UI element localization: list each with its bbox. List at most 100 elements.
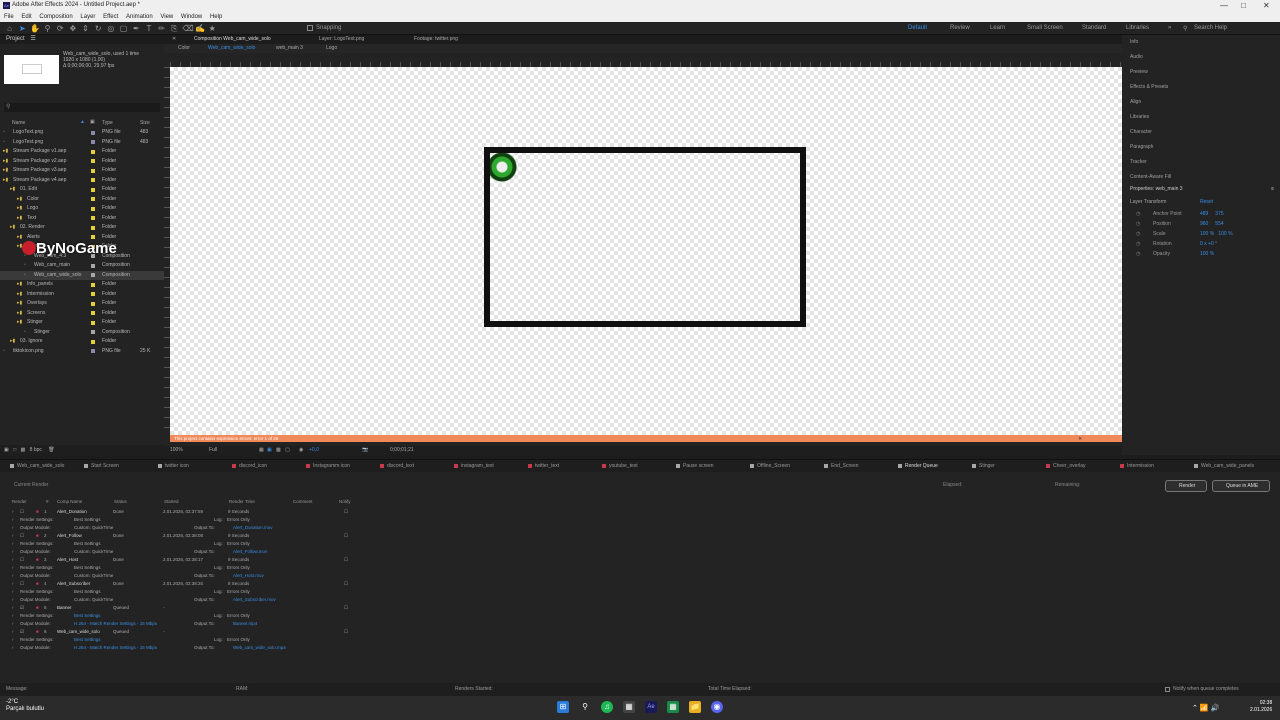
project-item[interactable]: ▸▮ 03. Ignore Folder (0, 337, 164, 347)
label-color-swatch[interactable] (91, 216, 95, 220)
project-item[interactable]: ▸▮ Stinger Folder (0, 318, 164, 328)
label-color-swatch[interactable] (91, 225, 95, 230)
tab-footage[interactable]: Footage: twitter.png (414, 35, 458, 44)
label-color-swatch[interactable] (91, 263, 95, 268)
exposure-value[interactable]: +0,0 (309, 446, 319, 455)
prop-value[interactable]: 100 % 100 % (1200, 229, 1233, 239)
task-view-icon[interactable]: ▦ (623, 701, 635, 713)
render-queue-item[interactable]: › ☐ ■ 4 Alert_Subscriber Done 2.01.2026, 02:38… (0, 580, 1280, 588)
output-module-row[interactable]: › Output Module: Custom: QuickTime Output T… (0, 572, 1280, 580)
output-module-row[interactable]: › Output Module: H.264 - Match Render Sett… (0, 620, 1280, 628)
col-name[interactable]: Name (12, 120, 25, 126)
home-icon[interactable]: ⌂ (5, 24, 14, 33)
more-workspaces-icon[interactable]: » (1168, 25, 1171, 31)
prop-value[interactable]: 489 375 (1200, 209, 1224, 219)
timeline-tab[interactable]: instagram_text (444, 460, 514, 472)
render-checkbox[interactable]: ☐ (20, 508, 24, 516)
stopwatch-icon[interactable]: ◷ (1136, 209, 1140, 219)
resolution-dropdown[interactable]: Full (209, 446, 217, 455)
queue-in-ame-button[interactable]: Queue in AME (1212, 480, 1270, 492)
dolly-tool-icon[interactable]: ⇕ (81, 24, 90, 33)
output-module-row[interactable]: › Output Module: Custom: QuickTime Output T… (0, 548, 1280, 556)
file-explorer-icon[interactable]: 📁 (689, 701, 701, 713)
render-settings-row[interactable]: › Render Settings: Best Settings Log: Errors… (0, 540, 1280, 548)
render-settings-row[interactable]: › Render Settings: Best Settings Log: Errors… (0, 588, 1280, 596)
project-item[interactable]: ▫ tiktokicon.png PNG file 25 K (0, 347, 164, 357)
col-size[interactable]: Size (140, 120, 150, 126)
menu-edit[interactable]: Edit (21, 12, 31, 22)
timeline-tab[interactable]: Cheer_overlay (1036, 460, 1106, 472)
timeline-tab[interactable]: Intermission (1110, 460, 1180, 472)
label-color-swatch[interactable] (91, 149, 95, 154)
project-item[interactable]: ▫ Web_cam_main Composition (0, 261, 164, 271)
label-color-swatch[interactable] (91, 301, 95, 306)
label-color-swatch[interactable] (91, 330, 95, 334)
menu-window[interactable]: Window (181, 12, 202, 22)
hand-tool-icon[interactable]: ✋ (30, 24, 40, 33)
panel-tracker[interactable]: Tracker (1122, 155, 1280, 170)
close-icon[interactable]: ✕ (1263, 1, 1270, 10)
snapping-checkbox[interactable] (307, 25, 313, 31)
label-color-swatch[interactable] (91, 282, 95, 287)
interpret-footage-icon[interactable]: ▣ (4, 447, 9, 453)
breadcrumb-color[interactable]: Color (178, 44, 190, 53)
project-item[interactable]: ▸▮ Stream Package v3.aep Folder (0, 166, 164, 176)
orbit-tool-icon[interactable]: ⟳ (56, 24, 65, 33)
menu-composition[interactable]: Composition (39, 12, 72, 22)
project-item[interactable]: ▸▮ Color Folder (0, 195, 164, 205)
render-settings-row[interactable]: › Render Settings: Best Settings Log: Errors… (0, 564, 1280, 572)
log-value[interactable]: Errors Only (227, 564, 250, 572)
output-to-value[interactable]: Banner.mp4 (233, 620, 257, 628)
project-tab[interactable]: Project ☰ (0, 35, 164, 44)
after-effects-taskbar-icon[interactable]: Ae (645, 701, 657, 713)
project-item[interactable]: ▫ LogoTest.png PNG file 483 (0, 138, 164, 148)
menu-animation[interactable]: Animation (126, 12, 153, 22)
menu-layer[interactable]: Layer (80, 12, 95, 22)
label-column-icon[interactable]: ▣ (90, 119, 95, 125)
timeline-tab[interactable]: twitter_text (518, 460, 588, 472)
stopwatch-icon[interactable]: ◷ (1136, 239, 1140, 249)
maximize-icon[interactable]: □ (1241, 1, 1246, 10)
roto-tool-icon[interactable]: ✍ (195, 24, 205, 33)
render-button[interactable]: Render (1165, 480, 1207, 492)
render-settings-value[interactable]: Best Settings (74, 588, 101, 596)
timeline-tab[interactable]: discord_text (370, 460, 440, 472)
webcam-frame[interactable] (484, 147, 806, 327)
weather-widget[interactable]: -2°C Parçalı bulutlu (6, 699, 44, 713)
label-color-swatch[interactable] (91, 235, 95, 239)
panel-audio[interactable]: Audio (1122, 50, 1280, 65)
output-module-value[interactable]: H.264 - Match Render Settings - 15 Mbps (74, 620, 157, 628)
selection-tool-icon[interactable]: ➤ (18, 24, 27, 33)
rectangle-tool-icon[interactable]: ▢ (119, 24, 128, 33)
zoom-dropdown[interactable]: 100% (170, 446, 183, 455)
prop-value[interactable]: 960 554 (1200, 219, 1224, 229)
notify-checkbox[interactable]: ☐ (344, 580, 348, 588)
region-icon[interactable]: ▣ (267, 446, 272, 455)
output-module-row[interactable]: › Output Module: Custom: QuickTime Output T… (0, 596, 1280, 604)
grid-icon[interactable]: ▦ (259, 446, 264, 455)
prop-value[interactable]: 100 % (1200, 249, 1214, 259)
timeline-tab[interactable]: discord_icon (222, 460, 292, 472)
panel-character[interactable]: Character (1122, 125, 1280, 140)
panel-preview[interactable]: Preview (1122, 65, 1280, 80)
workspace-standard[interactable]: Standard (1082, 25, 1106, 31)
project-item[interactable]: ▸▮ Info_panels Folder (0, 280, 164, 290)
render-settings-row[interactable]: › Render Settings: Best Settings Log: Errors… (0, 636, 1280, 644)
timeline-tab[interactable]: Instagramm icon (296, 460, 366, 472)
output-module-value[interactable]: Custom: QuickTime (74, 524, 113, 532)
project-item[interactable]: ▸▮ 02. Render Folder (0, 223, 164, 233)
render-settings-value[interactable]: Best Settings (74, 564, 101, 572)
render-settings-row[interactable]: › Render Settings: Best Settings Log: Errors… (0, 612, 1280, 620)
timeline-tab[interactable]: Pause screen (666, 460, 736, 472)
log-value[interactable]: Errors Only (227, 588, 250, 596)
workspace-default[interactable]: Default (908, 25, 927, 31)
workspace-review[interactable]: Review (950, 25, 970, 31)
render-settings-value[interactable]: Best Settings (74, 516, 101, 524)
timeline-tab[interactable]: End_Screen (814, 460, 884, 472)
minimize-icon[interactable]: — (1220, 1, 1228, 10)
timeline-tab[interactable]: youtube_text (592, 460, 662, 472)
menu-effect[interactable]: Effect (103, 12, 118, 22)
pan-tool-icon[interactable]: ✥ (68, 24, 77, 33)
delete-icon[interactable]: 🗑 (48, 447, 54, 453)
current-timecode[interactable]: 0;00;01;21 (390, 446, 414, 455)
